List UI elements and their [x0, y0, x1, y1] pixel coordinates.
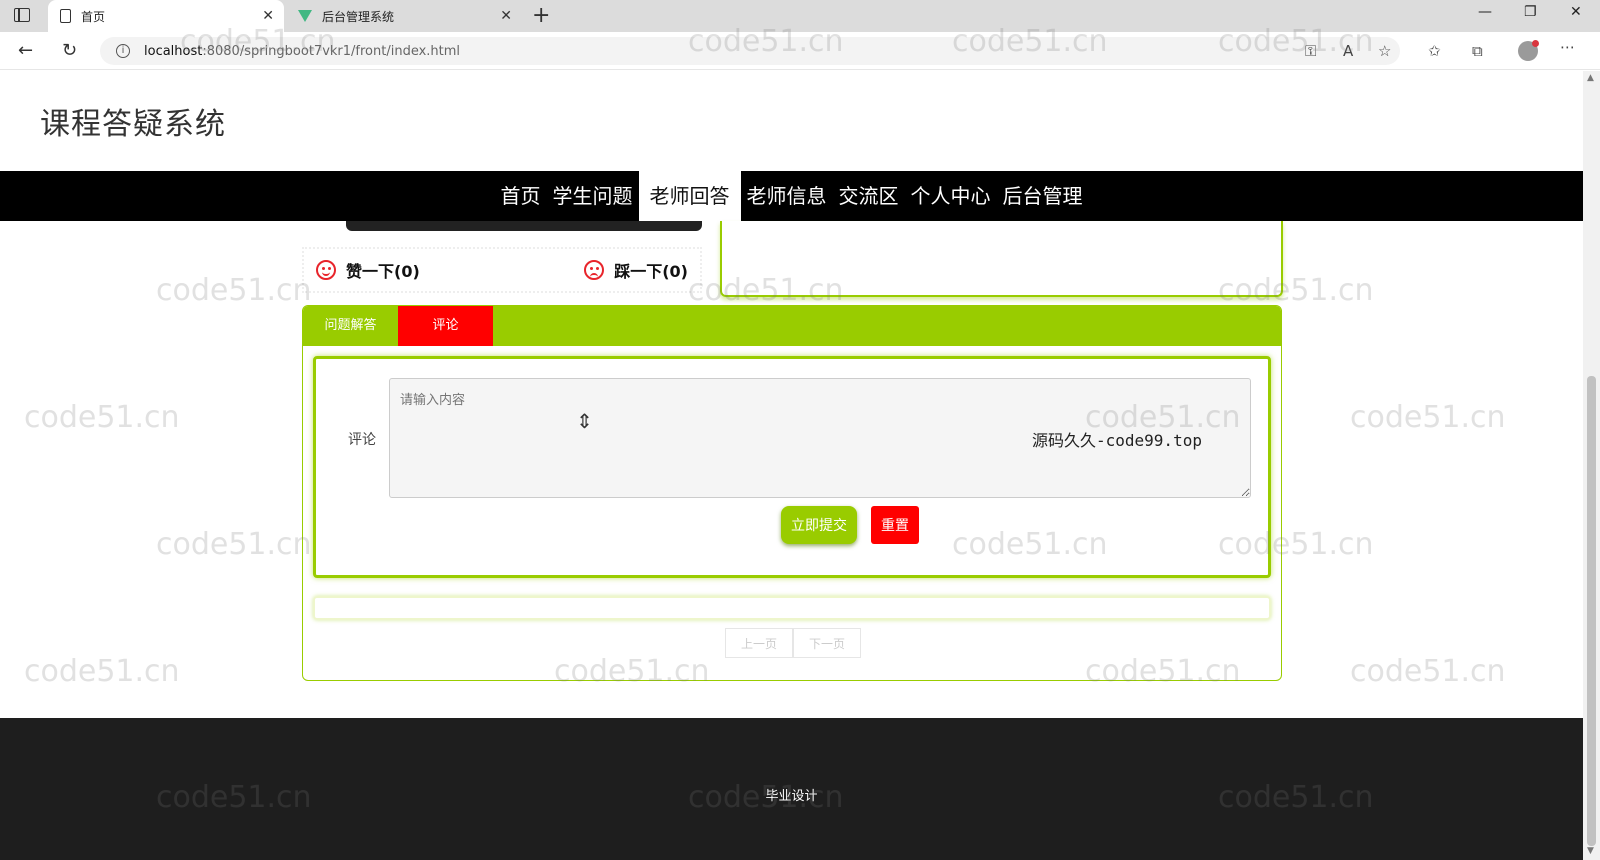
- nav-item-teacher-answers[interactable]: 老师回答: [638, 171, 741, 221]
- nav-item-teacher-info[interactable]: 老师信息: [741, 171, 833, 221]
- nav-item-student-questions[interactable]: 学生问题: [547, 171, 639, 221]
- frown-icon: [584, 260, 605, 280]
- page-scrollbar[interactable]: ▲ ▼: [1583, 71, 1600, 860]
- tab-actions-icon[interactable]: [14, 8, 30, 22]
- favorites-icon[interactable]: ✩: [1428, 42, 1441, 60]
- url-path: :8080/springboot7vkr1/front/index.html: [202, 43, 461, 59]
- main-nav: 首页 学生问题 老师回答 老师信息 交流区 个人中心 后台管理: [0, 171, 1583, 221]
- notification-dot: [1532, 40, 1539, 47]
- nav-item-home[interactable]: 首页: [495, 171, 547, 221]
- comment-list: [313, 596, 1271, 620]
- reset-button[interactable]: 重置: [871, 506, 919, 544]
- more-icon[interactable]: ⋯: [1560, 38, 1575, 56]
- submit-button[interactable]: 立即提交: [781, 506, 857, 544]
- detail-tab-header: 问题解答 评论: [303, 306, 1281, 346]
- dislike-label: 踩一下(0): [614, 262, 688, 281]
- site-footer: 毕业设计: [0, 718, 1583, 860]
- overlay-watermark-text: 源码久久-code99.top: [1032, 431, 1202, 450]
- footer-text: 毕业设计: [765, 789, 818, 804]
- url-host: localhost: [144, 43, 203, 59]
- scroll-thumb[interactable]: [1587, 376, 1596, 846]
- site-info-icon[interactable]: i: [116, 44, 130, 58]
- prev-page-button[interactable]: 上一页: [725, 628, 793, 658]
- page-content: 课程答疑系统 首页 学生问题 老师回答 老师信息 交流区 个人中心 后台管理 赞…: [0, 71, 1583, 860]
- document-icon: [60, 9, 71, 23]
- browser-tab-title: 首页: [81, 9, 106, 24]
- read-aloud-icon[interactable]: A: [1343, 42, 1353, 60]
- close-tab-icon[interactable]: ✕: [262, 8, 274, 24]
- dislike-button[interactable]: 踩一下(0): [584, 258, 688, 282]
- tab-answer[interactable]: 问题解答: [303, 306, 398, 346]
- comment-form: 评论 源码久久-code99.top ⇕ 立即提交 重置: [313, 356, 1271, 578]
- url-field[interactable]: i localhost:8080/springboot7vkr1/front/i…: [100, 37, 1400, 65]
- browser-tab-admin[interactable]: 后台管理系统 ✕: [286, 0, 522, 32]
- scroll-up-icon[interactable]: ▲: [1587, 73, 1594, 83]
- nav-item-admin[interactable]: 后台管理: [997, 171, 1089, 221]
- detail-info-panel: [720, 221, 1283, 297]
- tab-comment[interactable]: 评论: [398, 306, 493, 346]
- minimize-button[interactable]: —: [1478, 4, 1492, 20]
- restore-button[interactable]: ❐: [1524, 4, 1537, 20]
- back-button[interactable]: ←: [18, 40, 33, 61]
- nav-item-personal-center[interactable]: 个人中心: [905, 171, 997, 221]
- like-label: 赞一下(0): [346, 262, 420, 281]
- reload-button[interactable]: ↻: [62, 40, 77, 61]
- smile-icon: [316, 260, 336, 280]
- browser-address-bar: ← ↻ i localhost:8080/springboot7vkr1/fro…: [0, 32, 1600, 70]
- vue-logo-icon: [298, 10, 312, 22]
- site-title: 课程答疑系统: [40, 107, 226, 142]
- next-page-button[interactable]: 下一页: [793, 628, 861, 658]
- new-tab-button[interactable]: +: [532, 3, 550, 28]
- vote-box: 赞一下(0) 踩一下(0): [302, 247, 702, 293]
- add-favorite-icon[interactable]: ☆: [1378, 42, 1391, 60]
- browser-tab-home[interactable]: 首页 ✕: [48, 0, 284, 32]
- detail-image: [346, 221, 702, 231]
- collections-icon[interactable]: ⧉: [1472, 42, 1483, 60]
- key-icon[interactable]: ⚿: [1305, 42, 1316, 60]
- detail-tabs-card: 问题解答 评论 评论 源码久久-code99.top ⇕ 立即提交 重置 上一页…: [302, 305, 1282, 681]
- close-window-button[interactable]: ✕: [1570, 4, 1582, 20]
- resize-cursor-icon: ⇕: [576, 409, 593, 433]
- browser-tab-bar: 首页 ✕ 后台管理系统 ✕ + — ❐ ✕: [0, 0, 1600, 32]
- close-tab-icon[interactable]: ✕: [500, 8, 512, 24]
- comment-label: 评论: [348, 432, 376, 448]
- browser-tab-title: 后台管理系统: [322, 9, 395, 24]
- pagination: 上一页 下一页: [725, 628, 861, 658]
- like-button[interactable]: 赞一下(0): [316, 258, 420, 282]
- scroll-down-icon[interactable]: ▼: [1587, 846, 1594, 856]
- nav-item-forum[interactable]: 交流区: [833, 171, 905, 221]
